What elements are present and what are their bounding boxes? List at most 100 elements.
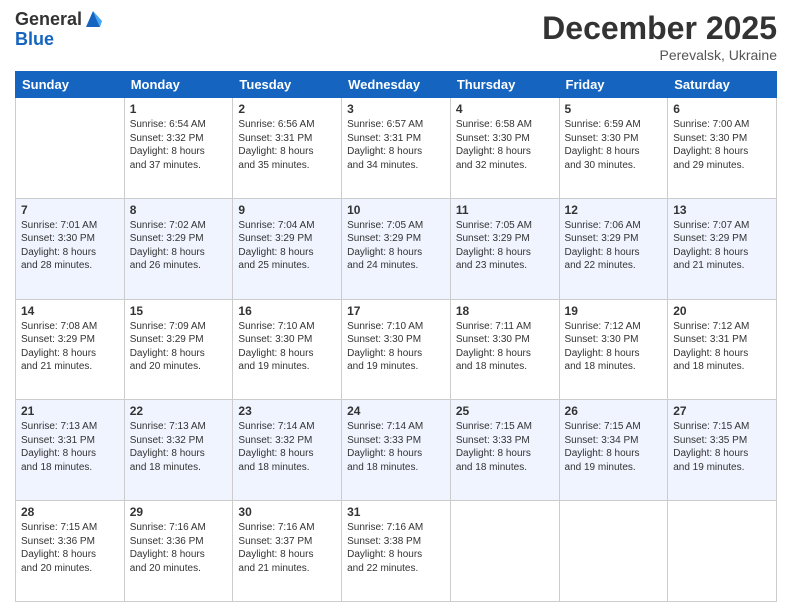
cell-info-line: and 19 minutes. bbox=[565, 462, 636, 473]
cell-info-line: Sunrise: 6:54 AM bbox=[130, 119, 206, 130]
cell-info-line: Daylight: 8 hours bbox=[673, 448, 748, 459]
calendar-cell: 17Sunrise: 7:10 AMSunset: 3:30 PMDayligh… bbox=[342, 299, 451, 400]
cell-info-line: and 18 minutes. bbox=[565, 361, 636, 372]
calendar-week-row: 1 Sunrise: 6:54 AM Sunset: 3:32 PM Daylight… bbox=[16, 98, 777, 199]
calendar-header-row: SundayMondayTuesdayWednesdayThursdayFrid… bbox=[16, 72, 777, 98]
day-number: 13 bbox=[673, 203, 771, 217]
calendar: SundayMondayTuesdayWednesdayThursdayFrid… bbox=[15, 71, 777, 602]
cell-info: Sunrise: 7:15 AMSunset: 3:35 PMDaylight:… bbox=[673, 420, 771, 474]
logo-general-text: General bbox=[15, 10, 82, 30]
cell-info-line: and 25 minutes. bbox=[238, 260, 309, 271]
cell-info-line: and 18 minutes. bbox=[238, 462, 309, 473]
cell-info-line: and 30 minutes. bbox=[565, 160, 636, 171]
cell-info: Sunrise: 7:08 AMSunset: 3:29 PMDaylight:… bbox=[21, 320, 119, 374]
cell-info: Sunrise: 7:15 AMSunset: 3:34 PMDaylight:… bbox=[565, 420, 663, 474]
day-number: 25 bbox=[456, 404, 554, 418]
calendar-cell: 14 Sunrise: 7:08 AMSunset: 3:29 PMDayligh… bbox=[16, 299, 125, 400]
cell-info: Sunrise: 7:06 AMSunset: 3:29 PMDaylight:… bbox=[565, 219, 663, 273]
calendar-cell: 2Sunrise: 6:56 AMSunset: 3:31 PMDaylight… bbox=[233, 98, 342, 199]
cell-info-line: Sunset: 3:29 PM bbox=[673, 233, 747, 244]
cell-info-line: Daylight: 8 hours bbox=[565, 146, 640, 157]
cell-info-line: and 37 minutes. bbox=[130, 160, 201, 171]
cell-info-line: Daylight: 8 hours bbox=[565, 448, 640, 459]
cell-info: Sunrise: 7:00 AMSunset: 3:30 PMDaylight:… bbox=[673, 118, 771, 172]
cell-info-line: Sunset: 3:29 PM bbox=[238, 233, 312, 244]
day-header-thursday: Thursday bbox=[450, 72, 559, 98]
cell-info: Sunrise: 7:14 AMSunset: 3:33 PMDaylight:… bbox=[347, 420, 445, 474]
cell-info-line: and 35 minutes. bbox=[238, 160, 309, 171]
cell-info-line: Daylight: 8 hours bbox=[21, 448, 96, 459]
cell-info-line: Sunrise: 7:05 AM bbox=[347, 220, 423, 231]
cell-info-line: Sunset: 3:36 PM bbox=[130, 536, 204, 547]
cell-info: Sunrise: 6:54 AM Sunset: 3:32 PM Daylight:… bbox=[130, 118, 228, 172]
day-number: 31 bbox=[347, 505, 445, 519]
day-number: 1 bbox=[130, 102, 228, 116]
calendar-cell: 28Sunrise: 7:15 AMSunset: 3:36 PMDayligh… bbox=[16, 501, 125, 602]
logo-icon bbox=[84, 9, 102, 29]
cell-info: Sunrise: 7:05 AMSunset: 3:29 PMDaylight:… bbox=[456, 219, 554, 273]
calendar-cell: 7 Sunrise: 7:01 AMSunset: 3:30 PMDaylight… bbox=[16, 198, 125, 299]
day-number: 22 bbox=[130, 404, 228, 418]
cell-info-line: Sunrise: 7:15 AM bbox=[456, 421, 532, 432]
cell-info-line: Daylight: 8 hours bbox=[456, 448, 531, 459]
cell-info-line: and 18 minutes. bbox=[456, 462, 527, 473]
cell-info-line: Daylight: 8 hours bbox=[673, 348, 748, 359]
cell-info-line: and 22 minutes. bbox=[565, 260, 636, 271]
cell-info: Sunrise: 7:12 AMSunset: 3:30 PMDaylight:… bbox=[565, 320, 663, 374]
cell-info-line: Sunset: 3:29 PM bbox=[130, 334, 204, 345]
cell-info-line: and 32 minutes. bbox=[456, 160, 527, 171]
cell-info-line: Daylight: 8 hours bbox=[21, 247, 96, 258]
cell-info-line: Sunset: 3:30 PM bbox=[673, 133, 747, 144]
cell-info-line: Sunset: 3:32 PM bbox=[130, 435, 204, 446]
calendar-cell: 31Sunrise: 7:16 AMSunset: 3:38 PMDayligh… bbox=[342, 501, 451, 602]
location: Perevalsk, Ukraine bbox=[542, 47, 777, 63]
cell-info-line: and 22 minutes. bbox=[347, 563, 418, 574]
cell-info-line: Daylight: 8 hours bbox=[130, 549, 205, 560]
cell-info-line: Sunrise: 7:11 AM bbox=[456, 321, 531, 332]
cell-info-line: and 20 minutes. bbox=[21, 563, 92, 574]
logo: General Blue bbox=[15, 10, 102, 50]
calendar-cell: 18Sunrise: 7:11 AMSunset: 3:30 PMDayligh… bbox=[450, 299, 559, 400]
cell-info-line: Sunset: 3:35 PM bbox=[673, 435, 747, 446]
cell-info-line: Sunset: 3:34 PM bbox=[565, 435, 639, 446]
cell-info: Sunrise: 7:16 AMSunset: 3:36 PMDaylight:… bbox=[130, 521, 228, 575]
cell-info-line: Daylight: 8 hours bbox=[565, 247, 640, 258]
cell-info-line: and 28 minutes. bbox=[21, 260, 92, 271]
cell-info-line: Daylight: 8 hours bbox=[347, 448, 422, 459]
cell-info-line: Sunset: 3:30 PM bbox=[456, 334, 530, 345]
cell-info-line: and 20 minutes. bbox=[130, 361, 201, 372]
calendar-cell: 10Sunrise: 7:05 AMSunset: 3:29 PMDayligh… bbox=[342, 198, 451, 299]
day-number: 7 bbox=[21, 203, 119, 217]
calendar-cell: 29 Sunrise: 7:16 AMSunset: 3:36 PMDayligh… bbox=[124, 501, 233, 602]
cell-info: Sunrise: 6:59 AMSunset: 3:30 PMDaylight:… bbox=[565, 118, 663, 172]
cell-info: Sunrise: 7:01 AMSunset: 3:30 PMDaylight:… bbox=[21, 219, 119, 273]
cell-info-line: Daylight: 8 hours bbox=[456, 146, 531, 157]
cell-info-line: Sunrise: 7:13 AM bbox=[130, 421, 206, 432]
cell-info-line: Sunrise: 6:56 AM bbox=[238, 119, 314, 130]
cell-info-line: Daylight: 8 hours bbox=[130, 146, 205, 157]
cell-info-line: Sunset: 3:30 PM bbox=[238, 334, 312, 345]
calendar-cell: 27 Sunrise: 7:15 AMSunset: 3:35 PMDayligh… bbox=[668, 400, 777, 501]
cell-info-line: Sunrise: 7:14 AM bbox=[347, 421, 423, 432]
day-number: 4 bbox=[456, 102, 554, 116]
logo-blue-text: Blue bbox=[15, 30, 102, 50]
calendar-cell: 20Sunrise: 7:12 AMSunset: 3:31 PMDayligh… bbox=[668, 299, 777, 400]
day-number: 14 bbox=[21, 304, 119, 318]
cell-info-line: Sunrise: 7:12 AM bbox=[565, 321, 641, 332]
day-number: 26 bbox=[565, 404, 663, 418]
cell-info-line: Sunrise: 7:10 AM bbox=[238, 321, 314, 332]
cell-info-line: Sunset: 3:32 PM bbox=[130, 133, 204, 144]
calendar-cell bbox=[450, 501, 559, 602]
cell-info-line: Sunset: 3:29 PM bbox=[565, 233, 639, 244]
cell-info-line: Sunset: 3:30 PM bbox=[456, 133, 530, 144]
cell-info-line: and 19 minutes. bbox=[347, 361, 418, 372]
calendar-cell: 21Sunrise: 7:13 AMSunset: 3:31 PMDayligh… bbox=[16, 400, 125, 501]
cell-info-line: Daylight: 8 hours bbox=[130, 247, 205, 258]
calendar-cell bbox=[16, 98, 125, 199]
cell-info-line: Daylight: 8 hours bbox=[673, 146, 748, 157]
cell-info-line: Sunrise: 7:02 AM bbox=[130, 220, 206, 231]
day-number: 29 bbox=[130, 505, 228, 519]
day-number: 27 bbox=[673, 404, 771, 418]
cell-info-line: Daylight: 8 hours bbox=[238, 146, 313, 157]
page: General Blue December 2025 Perevalsk, Uk… bbox=[0, 0, 792, 612]
